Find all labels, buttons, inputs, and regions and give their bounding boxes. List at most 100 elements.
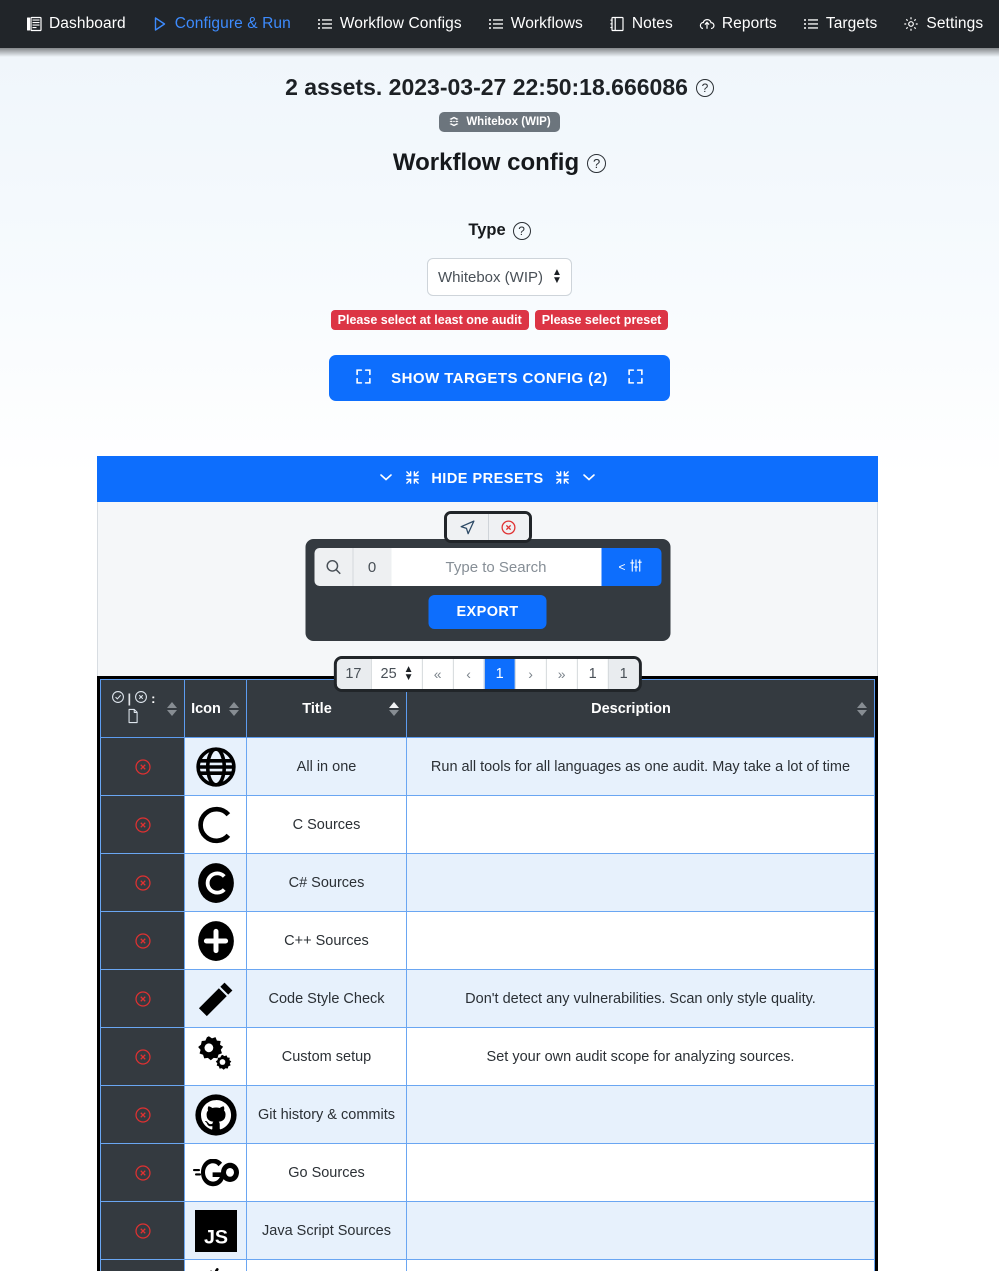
search-result-count: 0 [352,548,391,586]
preset-tool-group [444,511,532,543]
pagination-page-1[interactable]: 1 [484,659,515,689]
x-circle-icon[interactable] [107,758,178,776]
pagination-page-count: 1 [608,659,639,689]
row-select-cell[interactable] [101,1202,185,1260]
list-icon [317,16,333,32]
sort-indicator-icon[interactable] [227,702,240,716]
list-icon [803,16,819,32]
page-size-select[interactable]: 25 ▲▼ [371,659,422,689]
x-circle-icon[interactable] [107,932,178,950]
main-navbar: Dashboard Configure & Run Workflow Confi… [0,0,999,48]
row-select-cell[interactable] [101,738,185,796]
export-button[interactable]: EXPORT [428,595,546,629]
pagination: 17 25 ▲▼ « ‹ 1 › » 1 1 [333,656,641,692]
help-icon-assets[interactable]: ? [696,79,714,97]
row-select-cell[interactable] [101,1028,185,1086]
table-row[interactable]: Java Sources [101,1260,875,1271]
javascript-icon: JS [191,1210,240,1252]
type-label: Type ? [0,221,999,240]
table-row[interactable]: Git history & commits [101,1086,875,1144]
row-select-cell[interactable] [101,970,185,1028]
check-circle-icon[interactable] [111,690,125,707]
table-row[interactable]: JS Java Script Sources [101,1202,875,1260]
search-input[interactable] [391,548,601,586]
row-icon-cell [185,970,247,1028]
sort-indicator-select[interactable] [165,702,178,716]
x-circle-icon[interactable] [107,1164,178,1182]
search-icon[interactable] [314,548,352,586]
help-icon-type[interactable]: ? [513,222,531,240]
pagination-last[interactable]: » [546,659,577,689]
list-icon [488,16,504,32]
row-icon-cell [185,1260,247,1271]
layers-icon [448,116,460,128]
table-row[interactable]: C++ Sources [101,912,875,970]
sort-indicator-description[interactable] [855,702,868,716]
error-badge-preset[interactable]: Please select preset [535,310,669,330]
hide-presets-button[interactable]: HIDE PRESETS [97,456,878,502]
column-header-select[interactable]: | : [101,680,185,738]
pagination-page-input[interactable]: 1 [577,659,608,689]
row-title-cell: Java Sources [247,1260,407,1271]
x-circle-icon[interactable] [107,1222,178,1240]
help-icon-workflow-config[interactable]: ? [587,154,606,173]
type-select-value: Whitebox (WIP) [438,269,543,286]
table-row[interactable]: Code Style Check Don't detect any vulner… [101,970,875,1028]
golang-icon [191,1159,240,1187]
x-circle-icon[interactable] [107,874,178,892]
nav-label: Targets [826,15,878,33]
nav-item-reports[interactable]: Reports [699,15,777,33]
separator: | [128,691,132,706]
expand-icon [355,368,372,389]
table-row[interactable]: Go Sources [101,1144,875,1202]
nav-item-dashboard[interactable]: Dashboard [26,15,126,33]
x-circle-icon[interactable] [107,1106,178,1124]
row-icon-cell [185,1028,247,1086]
pagination-prev[interactable]: ‹ [453,659,484,689]
cloud-upload-icon [699,16,715,32]
pagination-first[interactable]: « [422,659,453,689]
x-circle-icon[interactable] [134,690,148,707]
column-header-icon[interactable]: Icon [185,680,247,738]
navigate-arrow-icon[interactable] [447,514,488,540]
book-icon [26,16,42,32]
row-title-cell: All in one [247,738,407,796]
nav-item-configure-and-run[interactable]: Configure & Run [152,15,291,33]
row-title-cell: C# Sources [247,854,407,912]
x-circle-icon[interactable] [107,816,178,834]
nav-item-workflows[interactable]: Workflows [488,15,583,33]
row-title-cell: Code Style Check [247,970,407,1028]
nav-item-targets[interactable]: Targets [803,15,878,33]
csharp-lang-icon [191,861,240,905]
table-row[interactable]: All in one Run all tools for all languag… [101,738,875,796]
error-badge-audit[interactable]: Please select at least one audit [331,310,529,330]
row-description-cell: Set your own audit scope for analyzing s… [407,1028,875,1086]
row-select-cell[interactable] [101,912,185,970]
row-select-cell[interactable] [101,854,185,912]
show-targets-config-button[interactable]: SHOW TARGETS CONFIG (2) [329,355,670,401]
nav-item-settings[interactable]: Settings [903,15,983,33]
table-row[interactable]: C Sources [101,796,875,854]
collapse-icon [555,470,570,489]
x-circle-icon[interactable] [107,1048,178,1066]
pagination-next[interactable]: › [515,659,546,689]
nav-item-workflow-configs[interactable]: Workflow Configs [317,15,462,33]
row-select-cell[interactable] [101,796,185,854]
filter-button[interactable]: < [601,548,661,586]
type-select[interactable]: Whitebox (WIP) ▲▼ [427,258,572,296]
status-badge[interactable]: Whitebox (WIP) [439,112,559,132]
row-select-cell[interactable] [101,1144,185,1202]
show-targets-config-label: SHOW TARGETS CONFIG (2) [391,370,608,387]
file-icon[interactable] [126,708,140,728]
sort-indicator-title[interactable] [387,702,400,716]
column-header-title-label: Title [247,701,387,717]
row-select-cell[interactable] [101,1260,185,1271]
nav-item-notes[interactable]: Notes [609,15,673,33]
row-select-cell[interactable] [101,1086,185,1144]
search-row: 0 < [314,548,661,586]
table-row[interactable]: C# Sources [101,854,875,912]
x-circle-icon[interactable] [488,514,529,540]
table-row[interactable]: Custom setup Set your own audit scope fo… [101,1028,875,1086]
hide-presets-label: HIDE PRESETS [431,471,543,487]
x-circle-icon[interactable] [107,990,178,1008]
